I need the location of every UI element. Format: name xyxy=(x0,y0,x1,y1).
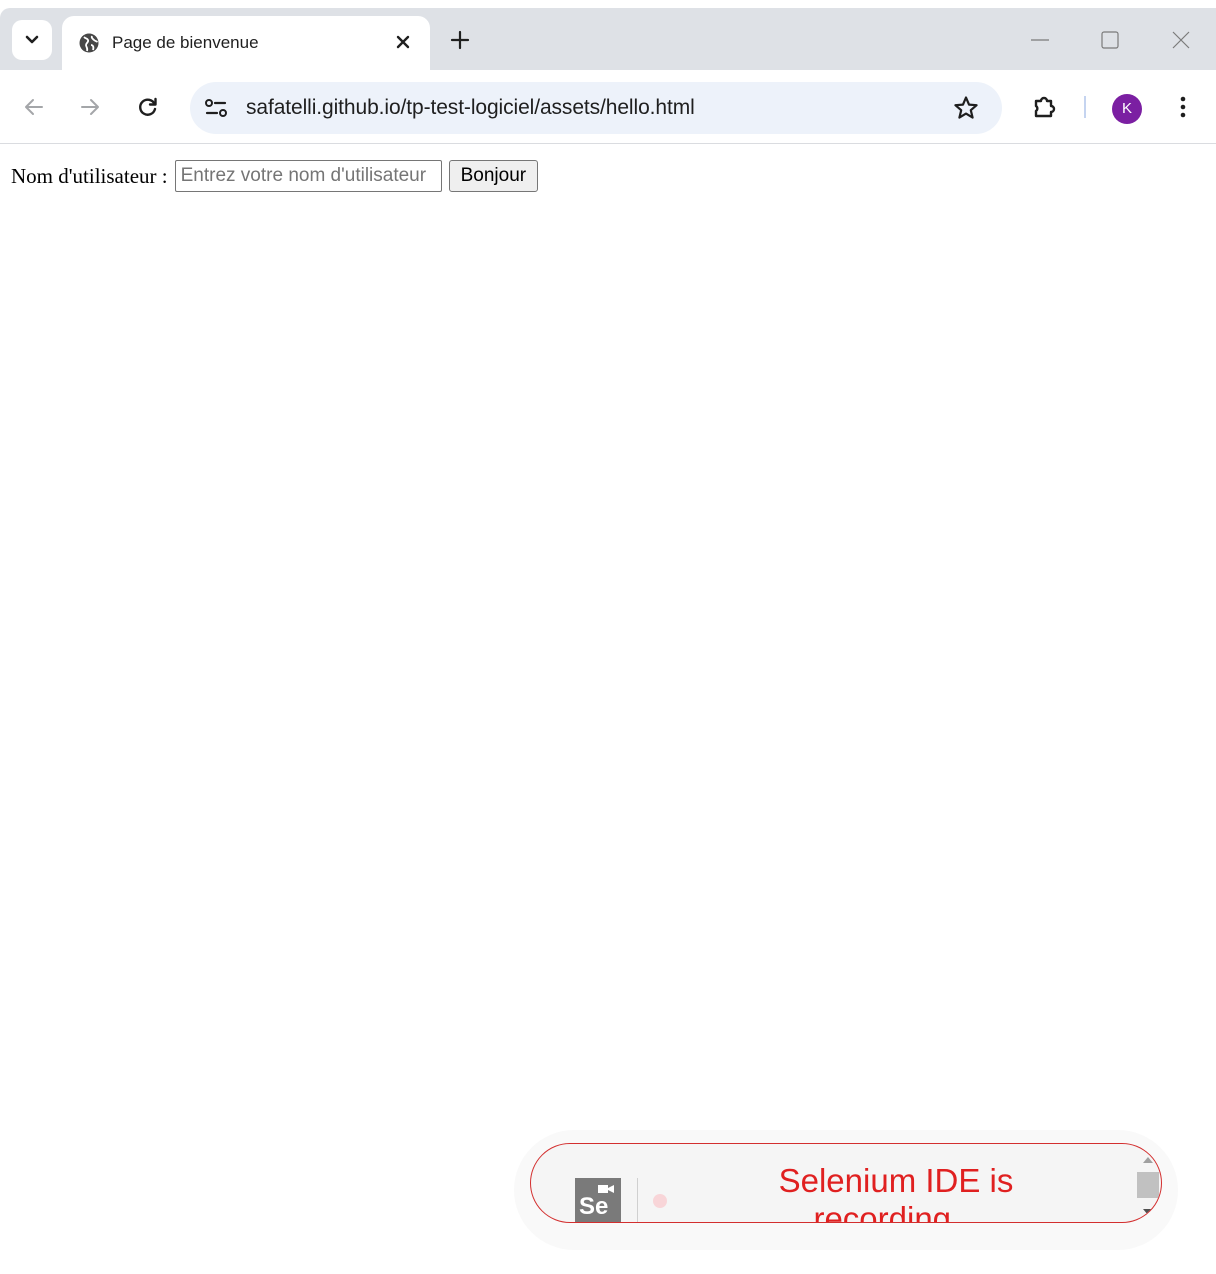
address-bar[interactable]: safatelli.github.io/tp-test-logiciel/ass… xyxy=(190,82,1002,134)
maximize-button[interactable] xyxy=(1092,24,1128,56)
forward-button[interactable] xyxy=(72,89,108,125)
tab-search-button[interactable] xyxy=(12,20,52,60)
browser-window: Page de bienvenue safatelli.github.io/tp… xyxy=(0,0,1216,1274)
arrow-right-icon xyxy=(81,99,99,115)
more-vertical-icon xyxy=(1180,96,1186,118)
star-icon xyxy=(954,96,978,119)
banner-divider xyxy=(637,1178,638,1222)
close-window-button[interactable] xyxy=(1163,24,1199,56)
arrow-left-icon xyxy=(25,99,43,115)
tab-title: Page de bienvenue xyxy=(112,33,259,52)
tune-icon xyxy=(205,99,227,117)
profile-avatar[interactable]: K xyxy=(1112,94,1142,124)
extensions-button[interactable] xyxy=(1026,89,1062,125)
selenium-logo-text: Se xyxy=(579,1193,609,1220)
selenium-recording-banner: Se Selenium IDE is recording... xyxy=(530,1143,1162,1223)
username-label: Nom d'utilisateur : xyxy=(11,163,168,188)
tab-active[interactable]: Page de bienvenue xyxy=(62,16,430,70)
username-input[interactable] xyxy=(174,160,442,192)
toolbar-separator xyxy=(1084,96,1086,118)
plus-icon xyxy=(450,30,470,50)
back-button[interactable] xyxy=(16,89,52,125)
scroll-down-arrow-icon[interactable] xyxy=(1142,1208,1154,1216)
username-form: Nom d'utilisateur : Bonjour xyxy=(11,160,539,192)
tab-strip: Page de bienvenue xyxy=(0,8,1216,70)
selenium-logo: Se xyxy=(575,1178,621,1222)
page-content: Nom d'utilisateur : Bonjour xyxy=(0,145,1216,1274)
minimize-icon xyxy=(1031,39,1049,41)
recording-status-text: Selenium IDE is recording... xyxy=(778,1162,1014,1223)
close-icon xyxy=(396,35,410,49)
new-tab-button[interactable] xyxy=(444,24,476,56)
minimize-button[interactable] xyxy=(1022,24,1058,56)
scroll-up-arrow-icon[interactable] xyxy=(1142,1156,1154,1164)
reload-button[interactable] xyxy=(130,89,166,125)
browser-toolbar: safatelli.github.io/tp-test-logiciel/ass… xyxy=(0,70,1216,144)
bonjour-button[interactable]: Bonjour xyxy=(448,160,539,192)
scroll-thumb[interactable] xyxy=(1137,1172,1159,1198)
browser-menu-button[interactable] xyxy=(1168,89,1198,125)
url-text: safatelli.github.io/tp-test-logiciel/ass… xyxy=(246,96,695,119)
maximize-icon xyxy=(1101,31,1119,49)
tab-close-button[interactable] xyxy=(390,29,416,55)
banner-scrollbar[interactable] xyxy=(1135,1152,1161,1216)
close-window-icon xyxy=(1172,31,1190,49)
record-dot-icon xyxy=(653,1194,667,1208)
puzzle-icon xyxy=(1034,96,1056,118)
globe-icon xyxy=(79,33,99,53)
bookmark-star-button[interactable] xyxy=(952,94,980,122)
site-info-button[interactable] xyxy=(202,94,230,122)
chevron-down-icon xyxy=(25,35,39,44)
reload-icon xyxy=(139,97,157,116)
